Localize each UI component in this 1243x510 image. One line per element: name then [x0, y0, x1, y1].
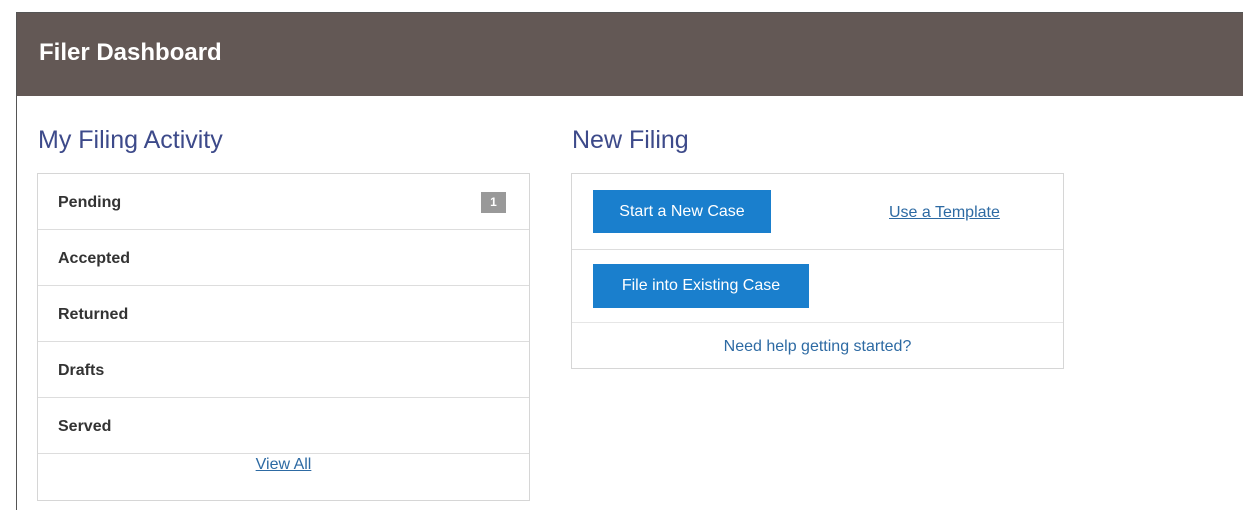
filing-activity-title: My Filing Activity: [38, 126, 223, 154]
activity-item-served[interactable]: Served: [38, 398, 529, 454]
help-getting-started-link[interactable]: Need help getting started?: [572, 338, 1063, 356]
existing-case-row: File into Existing Case: [572, 250, 1063, 323]
activity-item-returned[interactable]: Returned: [38, 286, 529, 342]
view-all-link[interactable]: View All: [38, 456, 529, 474]
activity-item-pending[interactable]: Pending 1: [38, 174, 529, 230]
activity-item-accepted[interactable]: Accepted: [38, 230, 529, 286]
new-filing-panel: Start a New Case Use a Template File int…: [571, 173, 1064, 369]
page-title: Filer Dashboard: [39, 39, 222, 66]
pending-count-badge: 1: [481, 192, 506, 213]
dashboard-header: Filer Dashboard: [17, 13, 1243, 96]
activity-item-label: Accepted: [58, 250, 131, 267]
start-new-case-button[interactable]: Start a New Case: [593, 190, 771, 233]
new-filing-title: New Filing: [572, 126, 689, 154]
new-case-row: Start a New Case Use a Template: [572, 174, 1063, 250]
file-into-existing-case-button[interactable]: File into Existing Case: [593, 264, 809, 308]
activity-item-label: Served: [58, 418, 112, 435]
filing-activity-panel: Pending 1 Accepted Returned Drafts Serve…: [37, 173, 530, 501]
activity-item-label: Drafts: [58, 362, 105, 379]
activity-item-drafts[interactable]: Drafts: [38, 342, 529, 398]
cropped-heading-strip: [0, 0, 1243, 12]
activity-item-label: Pending: [58, 194, 122, 211]
use-template-link[interactable]: Use a Template: [889, 204, 1000, 222]
activity-item-label: Returned: [58, 306, 129, 323]
